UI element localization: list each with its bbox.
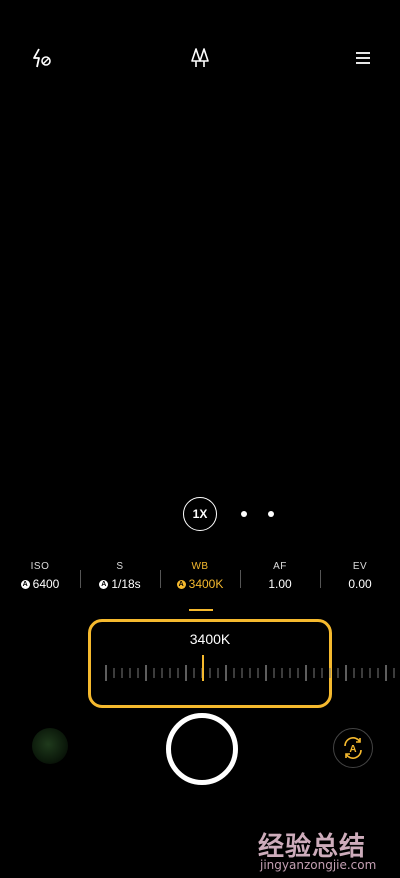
auto-badge-icon: A bbox=[176, 579, 186, 589]
gallery-thumbnail[interactable] bbox=[32, 728, 68, 764]
zoom-option-dot[interactable] bbox=[268, 511, 274, 517]
param-wb-value: 3400K bbox=[188, 577, 224, 591]
tree-filter-icon[interactable] bbox=[186, 44, 214, 72]
param-af[interactable]: AF 1.00 bbox=[240, 560, 320, 591]
param-iso[interactable]: ISO A 6400 bbox=[0, 560, 80, 591]
top-bar bbox=[0, 36, 400, 76]
flash-off-icon[interactable] bbox=[28, 44, 56, 72]
camera-viewfinder[interactable] bbox=[0, 0, 400, 560]
param-shutter[interactable]: S A 1/18s bbox=[80, 560, 160, 591]
param-ev[interactable]: EV 0.00 bbox=[320, 560, 400, 591]
param-wb[interactable]: WB A 3400K bbox=[160, 560, 240, 591]
auto-rotate-icon: A bbox=[344, 737, 362, 759]
wb-slider-indicator[interactable] bbox=[202, 655, 204, 681]
param-wb-label: WB bbox=[191, 561, 209, 572]
auto-mode-button[interactable]: A bbox=[333, 728, 373, 768]
param-shutter-label: S bbox=[116, 561, 124, 572]
param-divider bbox=[320, 570, 321, 588]
param-af-value: 1.00 bbox=[268, 577, 292, 591]
param-divider bbox=[80, 570, 81, 588]
param-ev-label: EV bbox=[352, 561, 368, 572]
auto-mode-label: A bbox=[349, 744, 356, 755]
manual-params-bar: ISO A 6400 S A 1/18s WB A 3400K AF 1.00 EV … bbox=[0, 560, 400, 604]
param-iso-label: ISO bbox=[30, 561, 50, 572]
active-param-indicator bbox=[189, 609, 213, 611]
auto-badge-icon: A bbox=[99, 579, 109, 589]
shutter-button[interactable] bbox=[166, 713, 238, 785]
param-shutter-value: 1/18s bbox=[111, 577, 141, 591]
wb-current-value: 3400K bbox=[189, 631, 231, 647]
param-divider bbox=[240, 570, 241, 588]
param-iso-value: 6400 bbox=[32, 577, 60, 591]
param-divider bbox=[160, 570, 161, 588]
param-ev-value: 0.00 bbox=[348, 577, 372, 591]
auto-badge-icon: A bbox=[20, 579, 30, 589]
watermark-url: jingyanzongjie.com bbox=[260, 858, 377, 872]
zoom-1x-button[interactable]: 1X bbox=[183, 497, 217, 531]
wb-slider[interactable] bbox=[104, 663, 400, 683]
zoom-option-dot[interactable] bbox=[241, 511, 247, 517]
param-af-label: AF bbox=[273, 561, 287, 572]
menu-icon[interactable] bbox=[349, 44, 377, 72]
